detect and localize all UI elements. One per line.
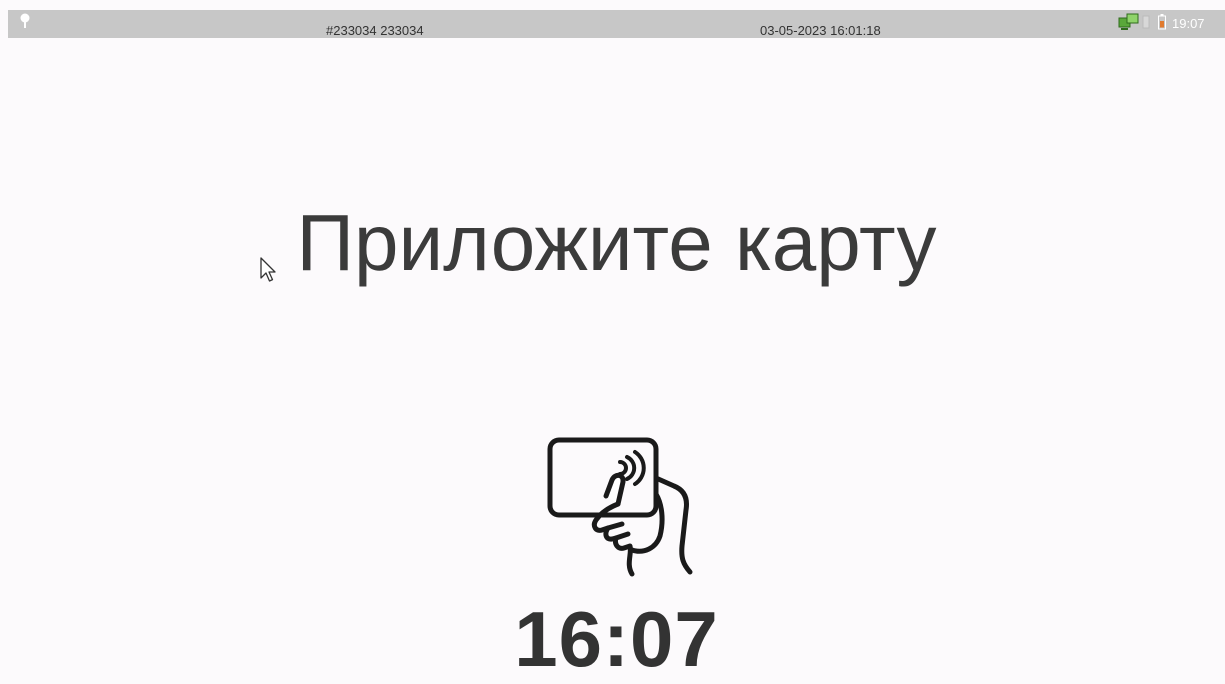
prompt-title: Приложите карту bbox=[296, 198, 937, 287]
network-connection-icon bbox=[1118, 13, 1140, 31]
contactless-card-hand-icon bbox=[546, 434, 696, 580]
battery-low-icon bbox=[1158, 14, 1166, 30]
terminal-id: #233034 233034 bbox=[326, 23, 424, 38]
status-bar: #233034 233034 03-05-2023 16:01:18 19:07 bbox=[8, 10, 1225, 38]
signal-icon bbox=[1142, 14, 1150, 30]
datetime: 03-05-2023 16:01:18 bbox=[760, 23, 881, 38]
location-pin-icon bbox=[18, 12, 32, 30]
countdown-timer: 16:07 bbox=[514, 595, 719, 683]
status-clock: 19:07 bbox=[1172, 16, 1205, 31]
mouse-pointer-icon bbox=[259, 256, 277, 284]
